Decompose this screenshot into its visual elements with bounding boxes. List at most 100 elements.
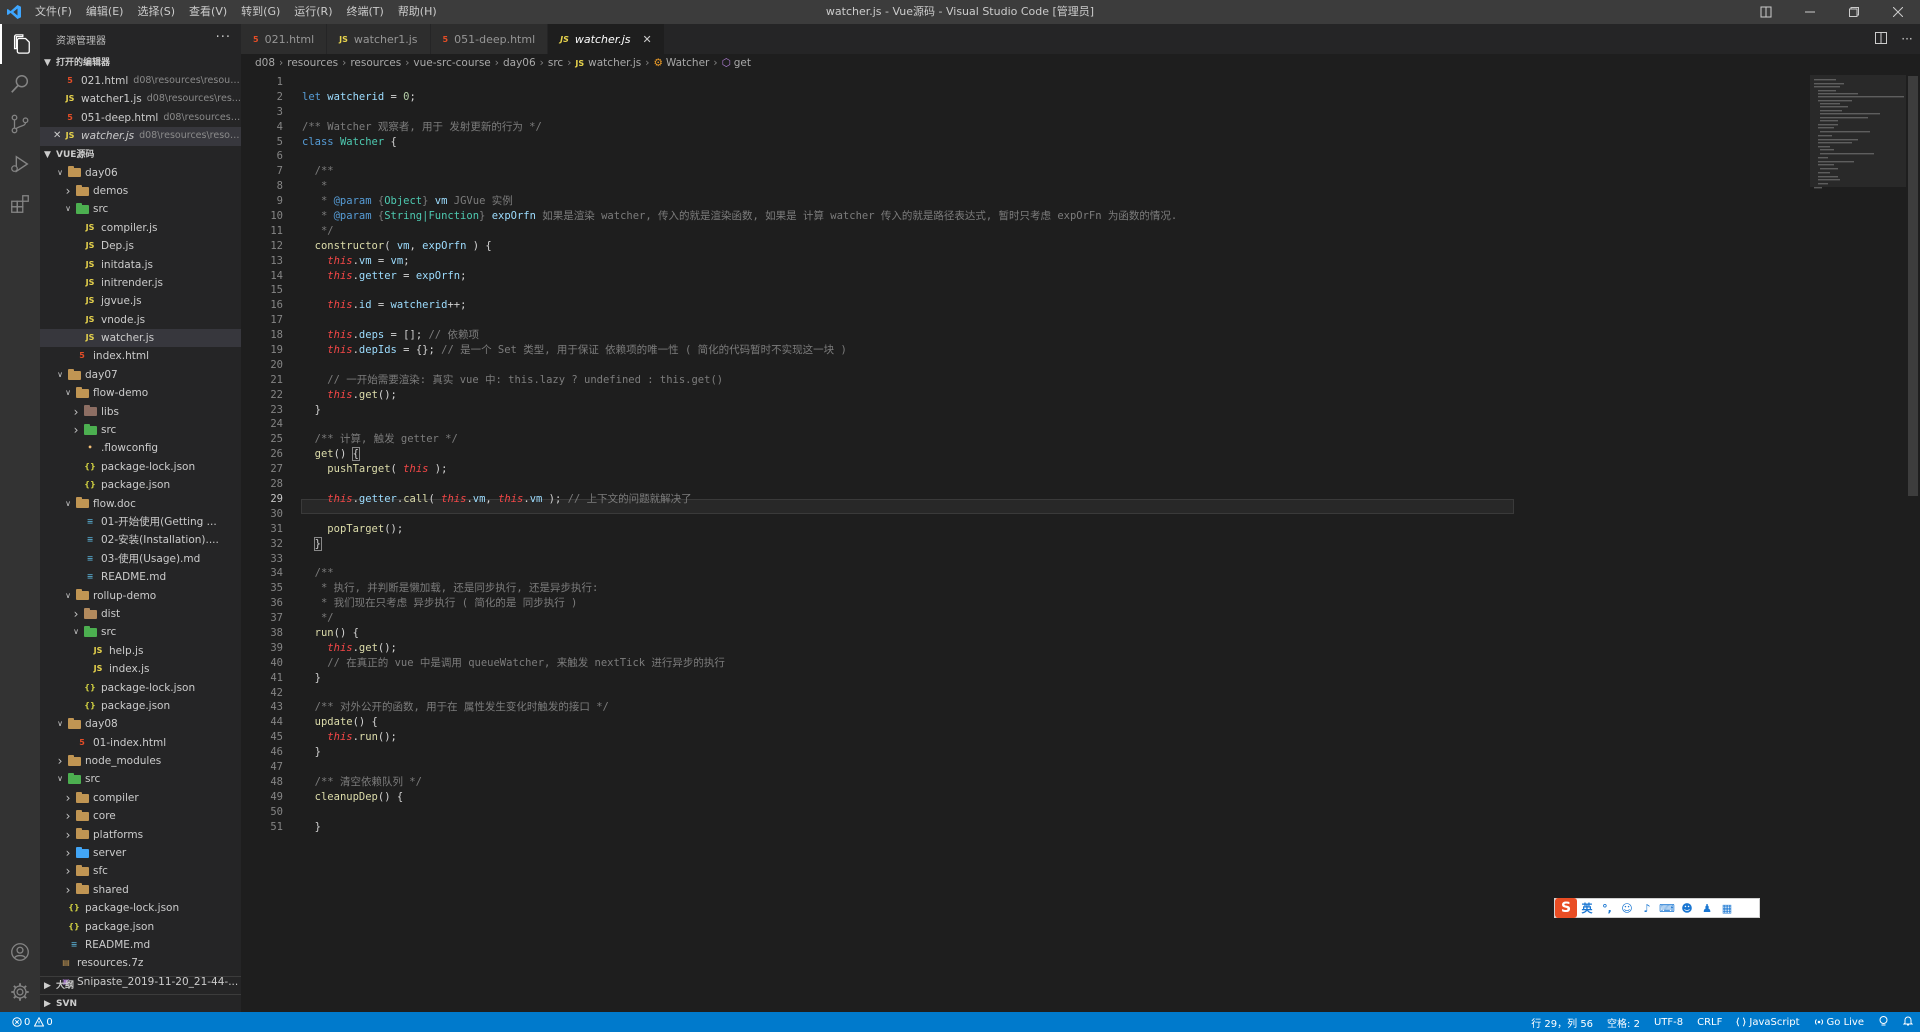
punctuation-icon[interactable]: °, xyxy=(1597,902,1617,915)
go-live-button[interactable]: Go Live xyxy=(1807,1017,1871,1028)
scrollbar-thumb[interactable] xyxy=(1908,76,1918,496)
tree-file[interactable]: JS index.js xyxy=(40,660,241,678)
tree-folder[interactable]: › libs xyxy=(40,403,241,421)
tree-file[interactable]: JS help.js xyxy=(40,642,241,660)
feedback-icon[interactable] xyxy=(1871,1015,1896,1029)
code-editor[interactable]: 1 2 3 4 5 6 7 8 9 10 11 12 13 14 15 16 17 18 19 20 21 22 23 24 2… xyxy=(241,72,1920,995)
tree-file[interactable]: JS jgvue.js xyxy=(40,292,241,310)
encoding[interactable]: UTF-8 xyxy=(1647,1017,1690,1028)
open-editors-section[interactable]: ▼ 打开的编辑器 xyxy=(40,54,241,72)
tree-folder[interactable]: › src xyxy=(40,421,241,439)
open-editor-item[interactable]: 5 021.html d08\resources\resour... xyxy=(40,72,241,90)
maximize-button[interactable] xyxy=(1832,0,1876,24)
tree-folder[interactable]: › server xyxy=(40,844,241,862)
open-editor-item[interactable]: JS watcher1.js d08\resources\res... xyxy=(40,90,241,108)
tree-folder[interactable]: › core xyxy=(40,807,241,825)
menu-item[interactable]: 帮助(H) xyxy=(391,0,444,24)
tree-file[interactable]: {} package-lock.json xyxy=(40,458,241,476)
open-editor-item[interactable]: ✕ JS watcher.js d08\resources\resou... xyxy=(40,127,241,146)
close-icon[interactable]: ✕ xyxy=(53,127,61,145)
tree-file[interactable]: {} package-lock.json xyxy=(40,679,241,697)
breadcrumb-item[interactable]: day06 xyxy=(503,57,536,69)
tree-file[interactable]: ▤ resources.7z xyxy=(40,954,241,972)
tree-folder[interactable]: › dist xyxy=(40,605,241,623)
account-icon[interactable] xyxy=(0,932,40,972)
tree-folder[interactable]: ∨ day06 xyxy=(40,164,241,182)
tree-file[interactable]: ≡ README.md xyxy=(40,568,241,586)
tree-file[interactable]: • .flowconfig xyxy=(40,439,241,457)
emoji-icon[interactable]: ☺ xyxy=(1617,902,1637,915)
breadcrumb-item[interactable]: get xyxy=(734,57,751,69)
svn-section[interactable]: ▶ SVN xyxy=(40,994,241,1012)
user-icon[interactable]: ☻ xyxy=(1677,902,1697,915)
minimap[interactable] xyxy=(1810,75,1906,995)
extensions-icon[interactable] xyxy=(0,184,40,224)
source-control-icon[interactable] xyxy=(0,104,40,144)
tab-watcher-js[interactable]: JS watcher.js ✕ xyxy=(548,24,665,54)
sogou-logo-icon[interactable]: S xyxy=(1555,898,1577,918)
skin-icon[interactable]: ♟ xyxy=(1697,902,1717,915)
tree-folder[interactable]: ∨ day08 xyxy=(40,715,241,733)
workspace-section[interactable]: ▼ VUE源码 xyxy=(40,146,241,164)
close-window-button[interactable] xyxy=(1876,0,1920,24)
tree-folder[interactable]: › platforms xyxy=(40,826,241,844)
tree-file[interactable]: ≡ 03-使用(Usage).md xyxy=(40,550,241,568)
tree-file[interactable]: JS vnode.js xyxy=(40,311,241,329)
menu-item[interactable]: 编辑(E) xyxy=(79,0,131,24)
tree-folder[interactable]: ∨ src xyxy=(40,200,241,218)
more-actions-icon[interactable]: ··· xyxy=(216,30,231,45)
menu-item[interactable]: 运行(R) xyxy=(287,0,339,24)
vertical-scrollbar[interactable] xyxy=(1906,72,1920,995)
breadcrumb-item[interactable]: watcher.js xyxy=(588,57,641,69)
cursor-position[interactable]: 行 29，列 56 xyxy=(1524,1015,1600,1030)
tree-folder[interactable]: › node_modules xyxy=(40,752,241,770)
breadcrumb-item[interactable]: src xyxy=(548,57,563,69)
tree-file[interactable]: {} package.json xyxy=(40,697,241,715)
tree-file[interactable]: ≡ README.md xyxy=(40,936,241,954)
settings-gear-icon[interactable] xyxy=(0,972,40,1012)
close-icon[interactable]: ✕ xyxy=(643,33,652,46)
tree-file[interactable]: {} package.json xyxy=(40,476,241,494)
tree-folder[interactable]: › compiler xyxy=(40,789,241,807)
menu-item[interactable]: 转到(G) xyxy=(234,0,287,24)
run-debug-icon[interactable] xyxy=(0,144,40,184)
code-lines[interactable]: let watcherid = 0; /** Watcher 观察者, 用于 发… xyxy=(302,75,1802,834)
problems-indicator[interactable]: 0 0 xyxy=(12,1017,53,1028)
split-editor-icon[interactable] xyxy=(1868,31,1894,47)
microphone-icon[interactable]: ♪ xyxy=(1637,902,1657,915)
breadcrumb-item[interactable]: resources xyxy=(287,57,338,69)
notifications-bell-icon[interactable] xyxy=(1896,1015,1920,1029)
open-editor-item[interactable]: 5 051-deep.html d08\resources\... xyxy=(40,109,241,127)
tree-file[interactable]: JS Dep.js xyxy=(40,237,241,255)
toolbox-icon[interactable]: ▦ xyxy=(1717,902,1737,915)
tree-file[interactable]: ≡ 01-开始使用(Getting ... xyxy=(40,513,241,531)
tree-file[interactable]: {} package.json xyxy=(40,918,241,936)
tab-051-deep-html[interactable]: 5 051-deep.html xyxy=(430,24,549,54)
tree-folder[interactable]: ∨ flow.doc xyxy=(40,495,241,513)
tree-file[interactable]: 5 index.html xyxy=(40,347,241,365)
breadcrumb-item[interactable]: resources xyxy=(350,57,401,69)
tab-watcher1-js[interactable]: JS watcher1.js xyxy=(327,24,431,54)
more-actions-icon[interactable]: ··· xyxy=(1894,32,1920,46)
minimize-button[interactable] xyxy=(1788,0,1832,24)
tab-021-html[interactable]: 5 021.html xyxy=(241,24,328,54)
outline-section[interactable]: ▶ 大纲 xyxy=(40,976,241,994)
tree-file[interactable]: JS compiler.js xyxy=(40,219,241,237)
breadcrumb-item[interactable]: d08 xyxy=(255,57,275,69)
tree-folder[interactable]: › sfc xyxy=(40,862,241,880)
tree-file[interactable]: 5 01-index.html xyxy=(40,734,241,752)
tree-file[interactable]: JS watcher.js xyxy=(40,329,241,348)
tree-folder[interactable]: ∨ flow-demo xyxy=(40,384,241,402)
menu-item[interactable]: 选择(S) xyxy=(130,0,182,24)
tree-folder[interactable]: › shared xyxy=(40,881,241,899)
tree-folder[interactable]: ∨ day07 xyxy=(40,366,241,384)
menu-item[interactable]: 终端(T) xyxy=(340,0,391,24)
ime-lang-toggle[interactable]: 英 xyxy=(1577,900,1597,916)
tree-folder[interactable]: › demos xyxy=(40,182,241,200)
search-icon[interactable] xyxy=(0,64,40,104)
keyboard-icon[interactable]: ⌨ xyxy=(1657,902,1677,915)
tree-folder[interactable]: ∨ src xyxy=(40,770,241,788)
line-ending[interactable]: CRLF xyxy=(1690,1017,1729,1028)
tree-file[interactable]: JS initrender.js xyxy=(40,274,241,292)
tree-file[interactable]: ≡ 02-安装(Installation).... xyxy=(40,531,241,549)
